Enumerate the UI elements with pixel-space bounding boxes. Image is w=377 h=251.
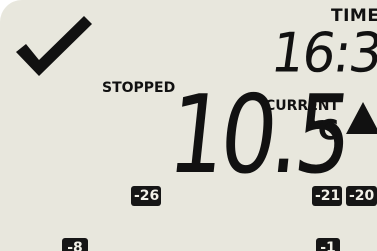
scale-marker: -21 bbox=[312, 186, 342, 206]
scale-marker: -20 bbox=[346, 186, 377, 206]
scale-marker: -1 bbox=[316, 238, 340, 251]
checkmark-icon bbox=[16, 16, 92, 76]
scale-marker: -26 bbox=[131, 186, 161, 206]
status-label: STOPPED bbox=[102, 80, 176, 96]
reading-mode-label: CURRENT bbox=[265, 98, 340, 114]
lcd-display: TIME 16:38 STOPPED 10.5 CURRENT °C -26 -… bbox=[0, 0, 377, 251]
unit-label: °C bbox=[304, 113, 339, 146]
up-triangle-icon bbox=[346, 102, 377, 134]
scale-marker: -8 bbox=[62, 238, 88, 251]
